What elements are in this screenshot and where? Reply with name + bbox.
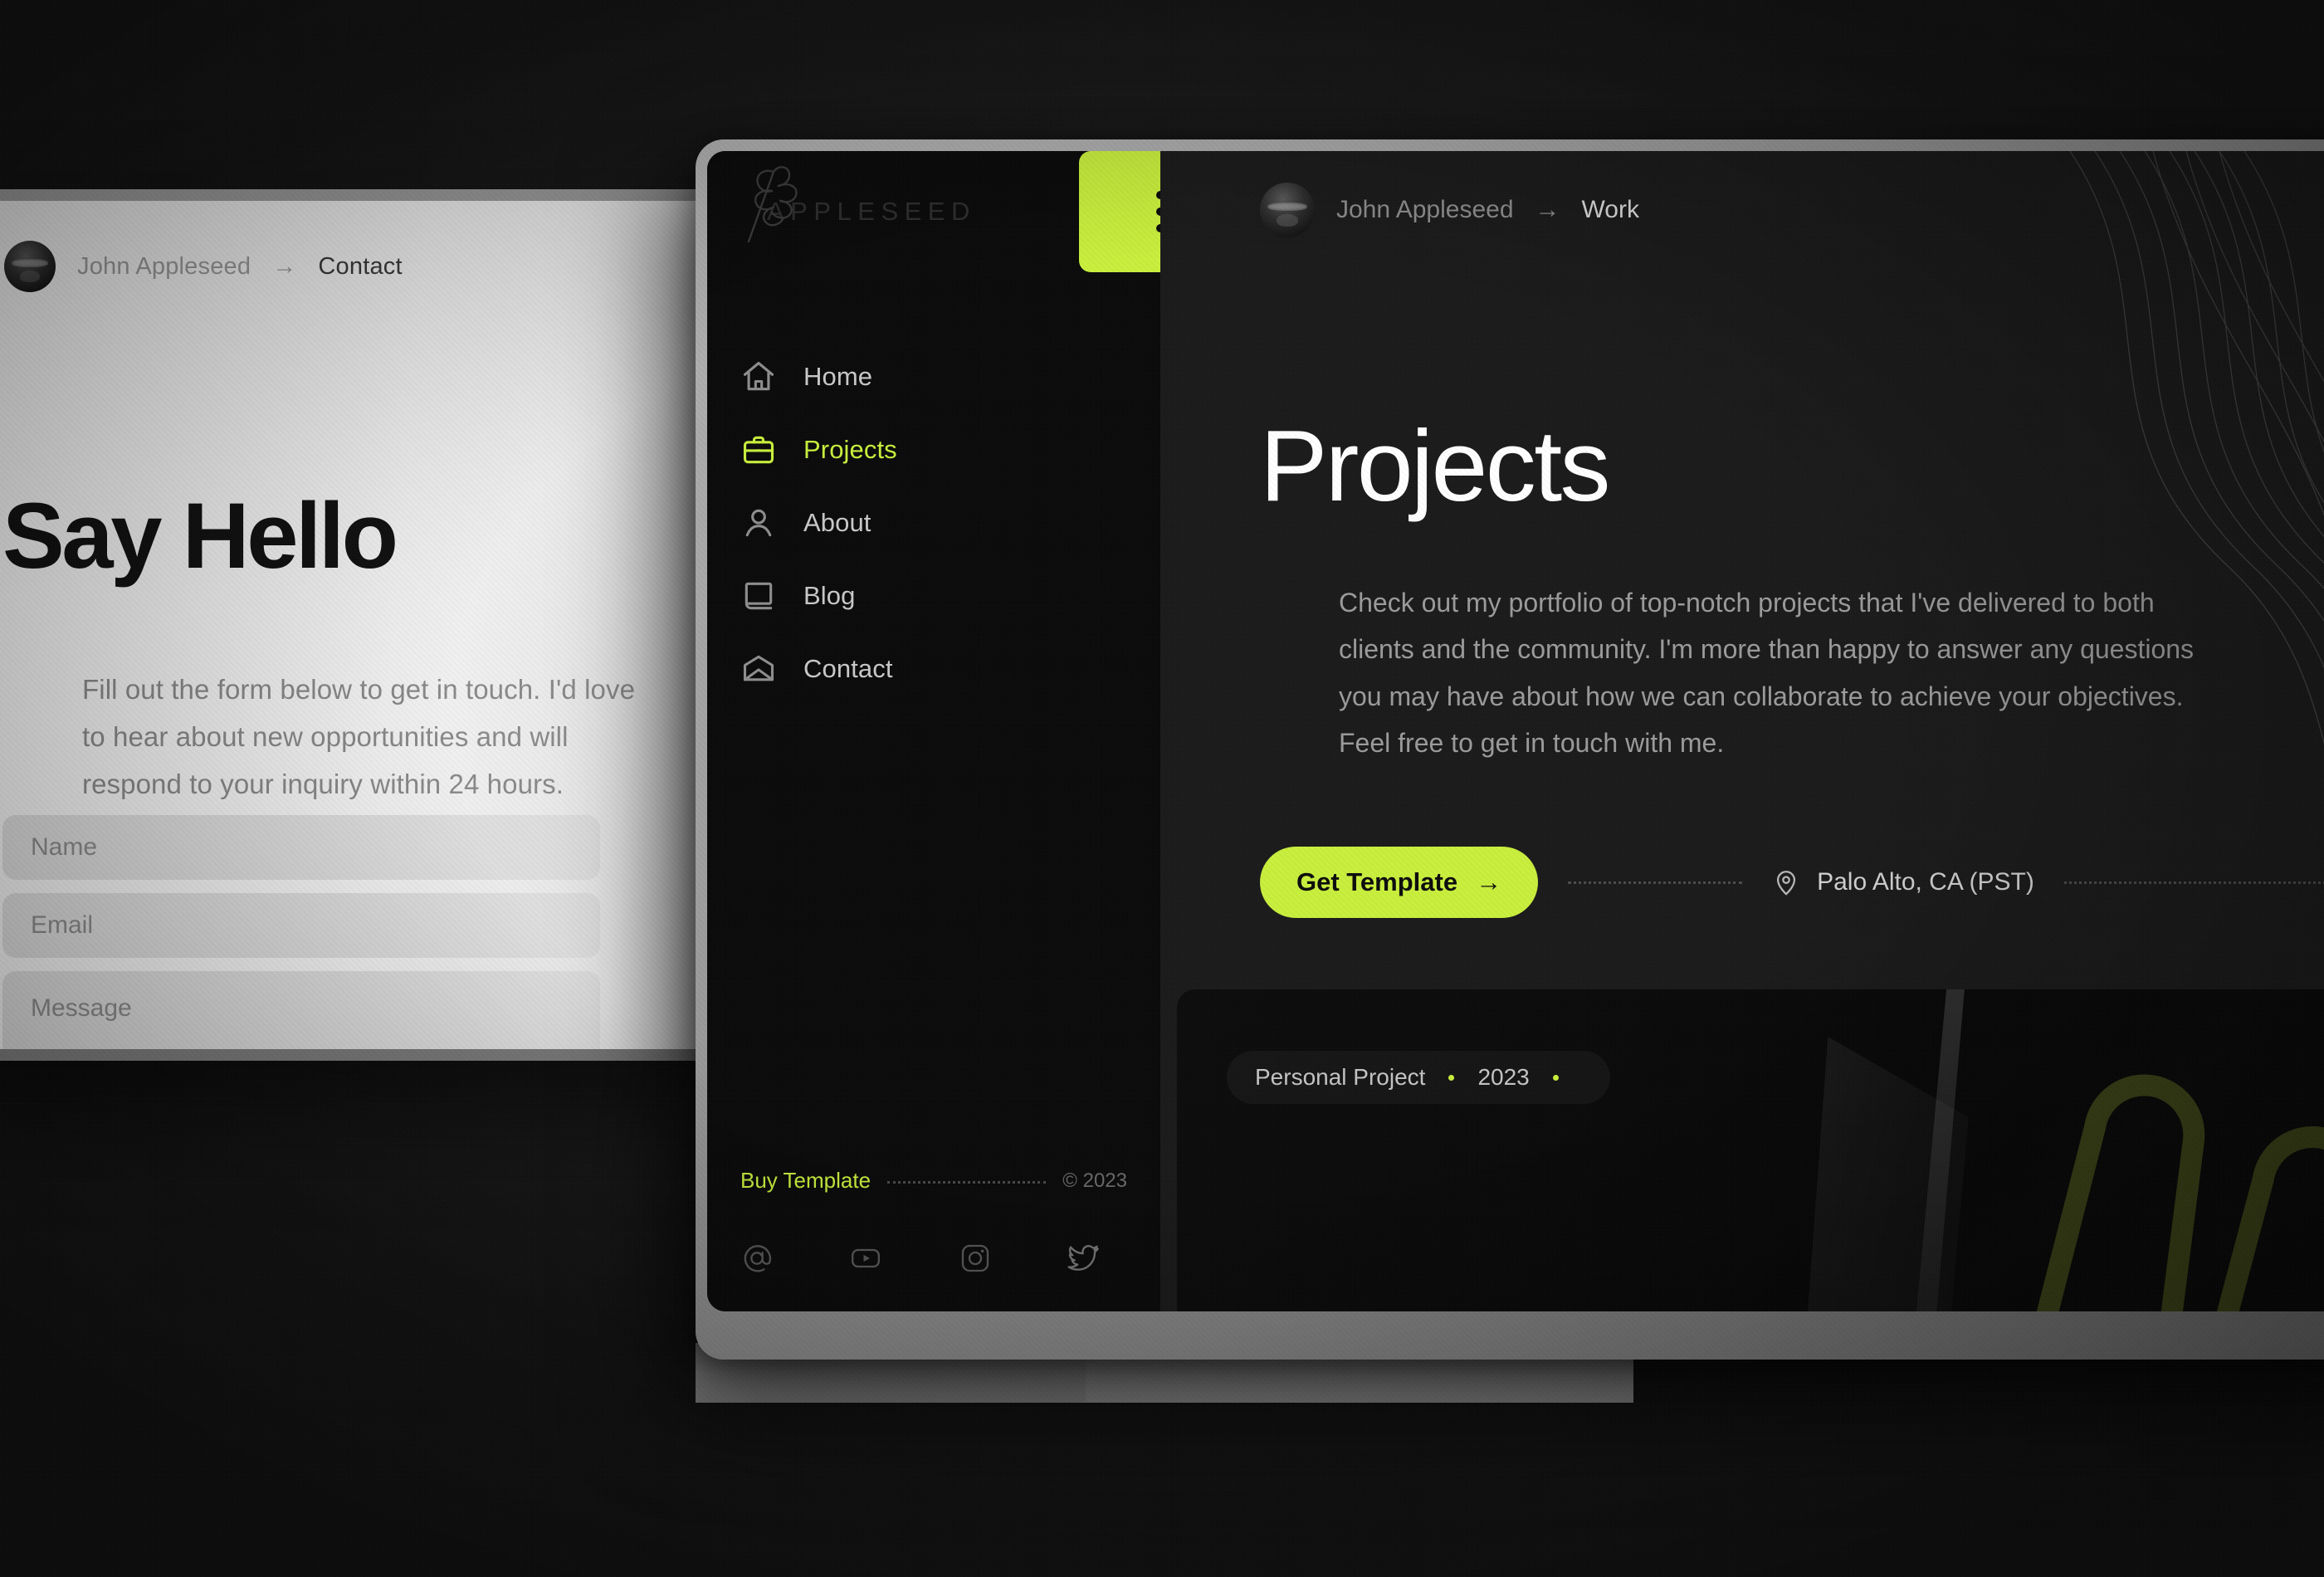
twitter-icon[interactable] [1067, 1242, 1101, 1275]
buy-template-link[interactable]: Buy Template [740, 1168, 871, 1194]
breadcrumb-owner[interactable]: John Appleseed [77, 253, 251, 281]
sidebar-footer-row: Buy Template © 2023 [740, 1168, 1127, 1194]
brand-logo[interactable]: APPLESEED [740, 166, 976, 243]
cta-row: Get Template → Palo Alto, CA (PST) [1260, 847, 2324, 918]
breadcrumb-current: Work [1581, 196, 1639, 223]
monitor-device: APPLESEED Home Projects About Blog Conta… [696, 139, 2324, 1360]
location-indicator: Palo Alto, CA (PST) [1772, 868, 2034, 896]
sidebar-item-label: Blog [803, 581, 856, 610]
avatar [1260, 183, 1315, 237]
project-year: 2023 [1477, 1064, 1530, 1090]
project-tag: Personal Project 2023 [1227, 1051, 1610, 1104]
page-title: Say Hello [2, 484, 398, 588]
main-content: John Appleseed → Work Projects Check out… [1160, 151, 2324, 1311]
sidebar: APPLESEED Home Projects About Blog Conta… [707, 151, 1242, 1311]
page-description: Check out my portfolio of top-notch proj… [1339, 588, 2195, 758]
separator-dot [1552, 1074, 1559, 1081]
name-input[interactable]: Name [2, 815, 600, 880]
laptop-screen: John Appleseed → Contact Say Hello Fill … [0, 201, 729, 1049]
decorative-waves [2069, 151, 2324, 745]
arrow-right-icon: → [1476, 867, 1502, 896]
sidebar-item-blog[interactable]: Blog [740, 578, 1160, 614]
sidebar-item-home[interactable]: Home [740, 359, 1160, 395]
main-breadcrumb: John Appleseed → Work [1260, 183, 1639, 237]
project-card[interactable]: Personal Project 2023 [1177, 989, 2324, 1311]
sidebar-item-label: Contact [803, 654, 893, 683]
sidebar-item-label: Projects [803, 435, 897, 464]
page-description: Fill out the form below to get in touch.… [82, 674, 636, 799]
sidebar-nav: Home Projects About Blog Contact [707, 359, 1160, 687]
book-icon [745, 582, 773, 610]
arrow-right-icon: → [1535, 196, 1560, 223]
message-input[interactable]: Message [2, 971, 600, 1049]
sidebar-item-label: About [803, 508, 872, 537]
leaf-icon [747, 166, 798, 243]
dotted-divider [2063, 881, 2324, 884]
youtube-icon[interactable] [849, 1242, 882, 1275]
breadcrumb-current: Contact [318, 252, 403, 280]
home-icon [743, 361, 774, 391]
laptop-breadcrumb: John Appleseed → Contact [4, 241, 403, 292]
at-icon[interactable] [740, 1242, 774, 1275]
laptop-device: John Appleseed → Contact Say Hello Fill … [0, 189, 739, 1061]
arrow-right-icon: → [272, 252, 297, 280]
email-input[interactable]: Email [2, 893, 600, 958]
page-title: Projects [1260, 409, 1611, 522]
avatar [4, 241, 56, 292]
social-links [740, 1242, 1127, 1275]
sidebar-item-about[interactable]: About [740, 505, 1160, 541]
monitor-screen: APPLESEED Home Projects About Blog Conta… [707, 151, 2324, 1311]
project-type: Personal Project [1255, 1064, 1426, 1090]
map-pin-icon [1777, 871, 1796, 896]
instagram-icon[interactable] [959, 1242, 992, 1275]
get-template-button[interactable]: Get Template → [1260, 847, 1539, 918]
copyright-text: © 2023 [1062, 1169, 1127, 1192]
sidebar-header: APPLESEED [707, 151, 1242, 272]
location-label: Palo Alto, CA (PST) [1817, 868, 2034, 896]
cta-label: Get Template [1296, 867, 1458, 896]
separator-dot [1448, 1074, 1455, 1081]
sidebar-item-label: Home [803, 362, 873, 391]
contact-form: Name Email Message [2, 815, 600, 1049]
envelope-icon [743, 655, 774, 681]
briefcase-icon [743, 436, 774, 464]
screenshot-stage: John Appleseed → Contact Say Hello Fill … [0, 0, 2324, 1577]
sidebar-item-projects[interactable]: Projects [740, 432, 1160, 468]
dotted-divider [1568, 881, 1743, 884]
arch-graphic [2018, 1074, 2324, 1311]
dotted-divider [887, 1181, 1047, 1184]
user-icon [745, 509, 772, 537]
sidebar-item-contact[interactable]: Contact [740, 651, 1160, 687]
sidebar-footer: Buy Template © 2023 [707, 1168, 1160, 1311]
breadcrumb-owner[interactable]: John Appleseed [1336, 196, 1514, 224]
